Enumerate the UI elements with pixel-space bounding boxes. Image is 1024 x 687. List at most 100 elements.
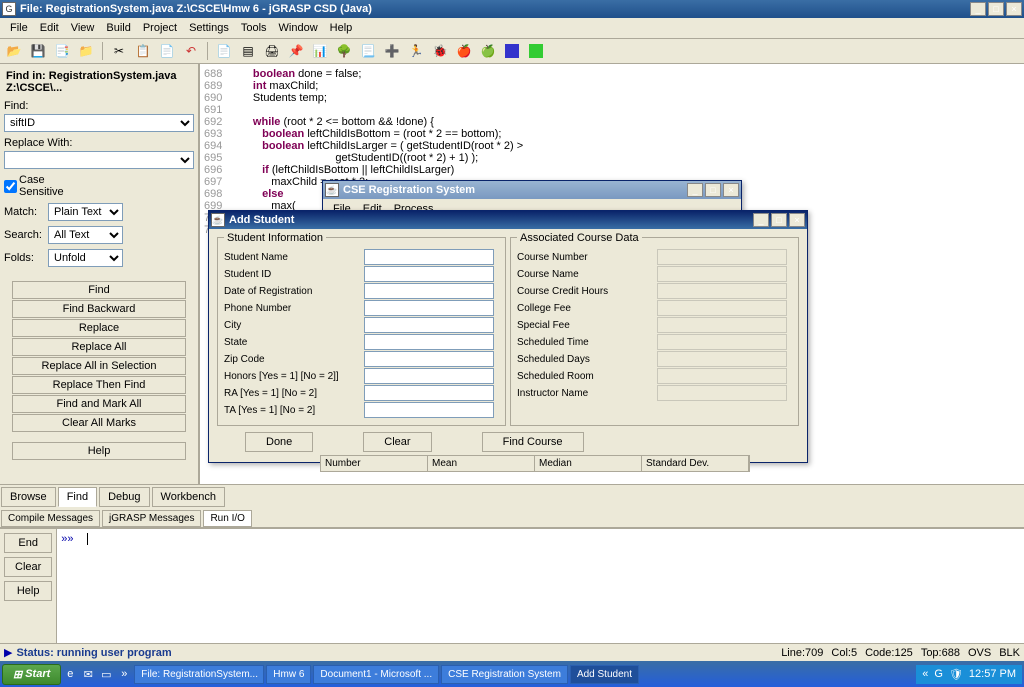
apple-icon[interactable]: 🍎	[454, 41, 474, 61]
menu-help[interactable]: Help	[324, 20, 359, 36]
menu-view[interactable]: View	[65, 20, 101, 36]
field-input-student-id[interactable]	[364, 266, 494, 282]
io-end-button[interactable]: End	[4, 533, 52, 553]
tray-app-icon[interactable]: G	[934, 668, 943, 680]
find-btn-find[interactable]: Find	[12, 281, 186, 299]
io-help-button[interactable]: Help	[4, 581, 52, 601]
field-input-state[interactable]	[364, 334, 494, 350]
system-tray[interactable]: « G 🛡 12:57 PM	[916, 665, 1022, 684]
add-student-dialog[interactable]: ☕ Add Student _ □ × Student Information …	[208, 210, 808, 463]
search-select[interactable]: All Text	[48, 226, 123, 244]
field-label: Honors [Yes = 1] [No = 2]]	[224, 371, 364, 382]
field-input-date-of-registration[interactable]	[364, 283, 494, 299]
tree-icon[interactable]: 🌳	[334, 41, 354, 61]
field-input-honors-yes-no-[interactable]	[364, 368, 494, 384]
replace-input[interactable]	[4, 151, 194, 169]
done-button[interactable]: Done	[245, 432, 313, 452]
undo-icon[interactable]: ↶	[181, 41, 201, 61]
debug-icon[interactable]: 🐞	[430, 41, 450, 61]
tab-find[interactable]: Find	[58, 487, 97, 507]
menu-build[interactable]: Build	[100, 20, 136, 36]
as-maximize-button[interactable]: □	[771, 213, 787, 227]
find-btn-clear-all-marks[interactable]: Clear All Marks	[12, 414, 186, 432]
field-input-ra-yes-no-[interactable]	[364, 385, 494, 401]
match-select[interactable]: Plain Text	[48, 203, 123, 221]
menu-project[interactable]: Project	[137, 20, 183, 36]
compile-icon[interactable]: ➕	[382, 41, 402, 61]
find-btn-find-and-mark-all[interactable]: Find and Mark All	[12, 395, 186, 413]
minimize-button[interactable]: _	[970, 2, 986, 16]
as-minimize-button[interactable]: _	[753, 213, 769, 227]
doc-icon[interactable]: 📃	[358, 41, 378, 61]
field-input-city[interactable]	[364, 317, 494, 333]
io-clear-button[interactable]: Clear	[4, 557, 52, 577]
stop-icon[interactable]	[505, 44, 519, 58]
pin-icon[interactable]: 📌	[286, 41, 306, 61]
menu-tools[interactable]: Tools	[235, 20, 273, 36]
tray-shield-icon[interactable]: 🛡	[949, 668, 963, 681]
msg-tab-jgrasp-messages[interactable]: jGRASP Messages	[102, 510, 201, 527]
copy-icon[interactable]: 📋	[133, 41, 153, 61]
chart-icon[interactable]: 📊	[310, 41, 330, 61]
save-all-icon[interactable]: 📑	[52, 41, 72, 61]
tab-browse[interactable]: Browse	[1, 487, 56, 507]
field-input-student-name[interactable]	[364, 249, 494, 265]
folds-select[interactable]: Unfold	[48, 249, 123, 267]
task-item[interactable]: Hmw 6	[266, 665, 311, 684]
cse-minimize-button[interactable]: _	[687, 183, 703, 197]
start-button[interactable]: ⊞Start	[2, 664, 61, 685]
task-item[interactable]: File: RegistrationSystem...	[134, 665, 264, 684]
menu-edit[interactable]: Edit	[34, 20, 65, 36]
new-icon[interactable]: 📄	[214, 41, 234, 61]
as-close-button[interactable]: ×	[789, 213, 805, 227]
ql-ie-icon[interactable]: e	[63, 667, 77, 681]
tab-debug[interactable]: Debug	[99, 487, 149, 507]
field-input-scheduled-room	[657, 368, 787, 384]
save-icon[interactable]: 💾	[28, 41, 48, 61]
find-btn-replace-all-in-selection[interactable]: Replace All in Selection	[12, 357, 186, 375]
field-input-ta-yes-no-[interactable]	[364, 402, 494, 418]
paste-icon[interactable]: 📄	[157, 41, 177, 61]
find-btn-replace-then-find[interactable]: Replace Then Find	[12, 376, 186, 394]
find-btn-help[interactable]: Help	[12, 442, 186, 460]
open-project-icon[interactable]: 📁	[76, 41, 96, 61]
status-icon: ▶	[4, 646, 12, 659]
maximize-button[interactable]: □	[988, 2, 1004, 16]
msg-tab-run-i-o[interactable]: Run I/O	[203, 510, 251, 527]
add-student-titlebar[interactable]: ☕ Add Student _ □ ×	[209, 211, 807, 229]
menu-settings[interactable]: Settings	[183, 20, 235, 36]
task-item[interactable]: Add Student	[570, 665, 639, 684]
run-args-icon[interactable]: 🍏	[478, 41, 498, 61]
cse-close-button[interactable]: ×	[723, 183, 739, 197]
field-label: RA [Yes = 1] [No = 2]	[224, 388, 364, 399]
cut-icon[interactable]: ✂	[109, 41, 129, 61]
clear-button[interactable]: Clear	[363, 432, 431, 452]
print-icon[interactable]: 🖨	[262, 41, 282, 61]
msg-tab-compile-messages[interactable]: Compile Messages	[1, 510, 100, 527]
field-input-zip-code[interactable]	[364, 351, 494, 367]
menu-file[interactable]: File	[4, 20, 34, 36]
find-btn-replace[interactable]: Replace	[12, 319, 186, 337]
ql-media-icon[interactable]: »	[117, 667, 131, 681]
tray-prev-icon[interactable]: «	[922, 668, 928, 680]
tab-workbench[interactable]: Workbench	[152, 487, 225, 507]
case-sensitive-checkbox[interactable]	[4, 180, 17, 193]
find-btn-find-backward[interactable]: Find Backward	[12, 300, 186, 318]
cse-maximize-button[interactable]: □	[705, 183, 721, 197]
run-icon[interactable]: 🏃	[406, 41, 426, 61]
open-icon[interactable]: 📂	[4, 41, 24, 61]
end-icon[interactable]	[529, 44, 543, 58]
find-btn-replace-all[interactable]: Replace All	[12, 338, 186, 356]
find-input[interactable]: siftID	[4, 114, 194, 132]
csd-icon[interactable]: ▤	[238, 41, 258, 61]
ql-mail-icon[interactable]: ✉	[81, 667, 95, 681]
io-content[interactable]: »»	[57, 529, 1024, 643]
find-course-button[interactable]: Find Course	[482, 432, 584, 452]
cse-titlebar[interactable]: ☕ CSE Registration System _ □ ×	[323, 181, 741, 199]
task-item[interactable]: Document1 - Microsoft ...	[313, 665, 439, 684]
task-item[interactable]: CSE Registration System	[441, 665, 568, 684]
close-button[interactable]: ×	[1006, 2, 1022, 16]
field-input-phone-number[interactable]	[364, 300, 494, 316]
menu-window[interactable]: Window	[273, 20, 324, 36]
ql-desktop-icon[interactable]: ▭	[99, 667, 113, 681]
